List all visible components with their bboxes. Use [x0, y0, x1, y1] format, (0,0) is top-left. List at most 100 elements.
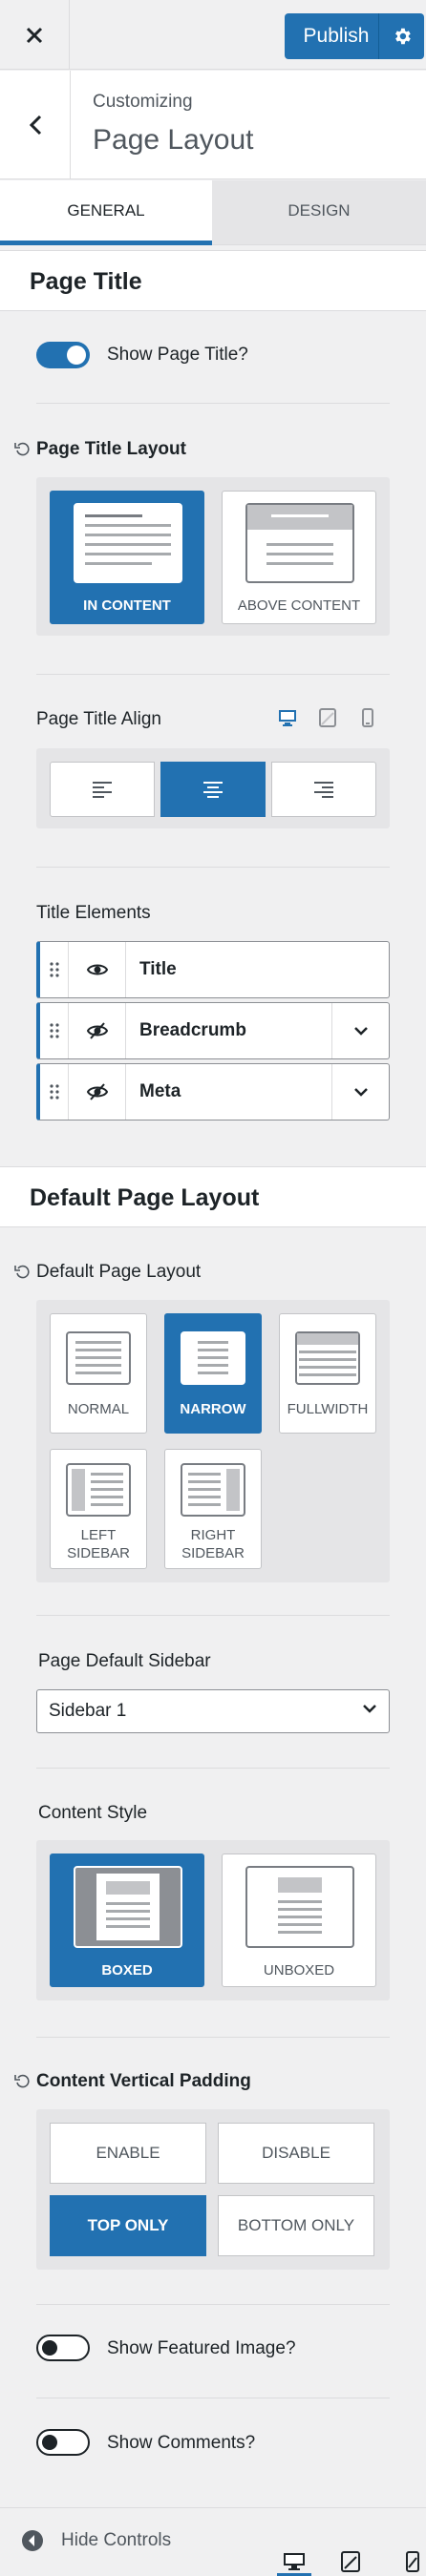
padding-top-only-button[interactable]: TOP ONLY: [50, 2195, 206, 2256]
eye-icon: [86, 964, 108, 975]
boxed-style-icon: [74, 1866, 182, 1948]
mobile-icon: [406, 2551, 419, 2572]
mobile-icon[interactable]: [361, 707, 374, 728]
page-title: Page Layout: [93, 124, 254, 156]
publish-settings-button[interactable]: [379, 13, 424, 59]
breadcrumb-element-row[interactable]: Breadcrumb: [36, 1002, 390, 1059]
content-style-boxed[interactable]: BOXED: [50, 1853, 204, 1987]
expand-button[interactable]: [331, 1003, 389, 1058]
page-title-align-label: Page Title Align: [36, 709, 161, 729]
meta-element-row[interactable]: Meta: [36, 1063, 390, 1120]
layout-option-left-sidebar[interactable]: LEFT SIDEBAR: [50, 1449, 147, 1569]
padding-bottom-only-button[interactable]: BOTTOM ONLY: [218, 2195, 374, 2256]
tablet-icon: [341, 2551, 360, 2572]
sidebar-select[interactable]: Sidebar 1: [36, 1689, 390, 1733]
align-center-button[interactable]: [160, 762, 266, 817]
drag-handle-icon[interactable]: [40, 942, 69, 997]
tab-design[interactable]: Design: [212, 180, 426, 245]
element-name: Breadcrumb: [139, 1020, 246, 1040]
section-heading-page-title: Page Title: [0, 250, 426, 311]
expand-button[interactable]: [331, 1064, 389, 1120]
padding-enable-button[interactable]: ENABLE: [50, 2123, 206, 2184]
chevron-down-icon: [363, 1705, 376, 1713]
layout-option-narrow[interactable]: NARROW: [164, 1313, 262, 1434]
visibility-toggle[interactable]: [69, 942, 126, 997]
visibility-toggle[interactable]: [69, 1003, 126, 1058]
drag-handle-icon[interactable]: [40, 1064, 69, 1120]
padding-disable-button[interactable]: DISABLE: [218, 2123, 374, 2184]
reset-icon[interactable]: [14, 441, 30, 456]
show-comments-toggle[interactable]: [36, 2429, 90, 2456]
reset-icon[interactable]: [14, 2073, 30, 2088]
layout-option-label: FULLWIDTH: [287, 1401, 369, 1417]
vertical-padding-panel: ENABLE DISABLE TOP ONLY BOTTOM ONLY: [36, 2109, 390, 2270]
title-elements-label: Title Elements: [36, 903, 151, 923]
element-name: Title: [139, 959, 177, 979]
show-page-title-toggle[interactable]: [36, 342, 90, 368]
show-featured-image-toggle[interactable]: [36, 2335, 90, 2361]
gear-icon: [394, 28, 411, 45]
publish-button[interactable]: Publish: [285, 13, 424, 59]
page-default-sidebar-label: Page Default Sidebar: [38, 1651, 211, 1671]
align-right-button[interactable]: [271, 762, 376, 817]
fullwidth-layout-icon: [295, 1331, 360, 1385]
divider: [36, 2037, 390, 2038]
content-style-panel: BOXED UNBOXED: [36, 1840, 390, 2000]
publish-label[interactable]: Publish: [285, 13, 378, 59]
page-title-layout-panel: IN CONTENT ABOVE CONTENT: [36, 477, 390, 636]
page-title-layout-label: Page Title Layout: [36, 439, 186, 459]
layout-option-label: IN CONTENT: [83, 597, 171, 614]
layout-option-label: LEFT SIDEBAR: [67, 1527, 130, 1561]
divider: [36, 1615, 390, 1616]
desktop-icon[interactable]: [277, 707, 298, 728]
collapse-icon: [22, 2530, 43, 2551]
layout-option-right-sidebar[interactable]: RIGHT SIDEBAR: [164, 1449, 262, 1569]
drag-handle-icon[interactable]: [40, 1003, 69, 1058]
visibility-toggle[interactable]: [69, 1064, 126, 1120]
desktop-icon: [284, 2553, 305, 2570]
hide-controls-label: Hide Controls: [61, 2530, 172, 2550]
hide-controls-button[interactable]: Hide Controls: [21, 2527, 193, 2556]
show-page-title-label: Show Page Title?: [107, 345, 248, 365]
content-vertical-padding-label: Content Vertical Padding: [36, 2071, 251, 2091]
left-sidebar-layout-icon: [66, 1463, 131, 1517]
in-content-layout-icon: [74, 503, 182, 583]
show-featured-image-label: Show Featured Image?: [107, 2338, 296, 2358]
divider: [36, 2304, 390, 2305]
align-left-button[interactable]: [50, 762, 155, 817]
content-style-unboxed[interactable]: UNBOXED: [222, 1853, 376, 1987]
tab-general[interactable]: General: [0, 180, 212, 245]
section-header: Customizing Page Layout: [0, 71, 426, 179]
tablet-icon[interactable]: [318, 707, 337, 728]
preview-tablet-button[interactable]: [336, 2550, 365, 2576]
layout-option-above-content[interactable]: ABOVE CONTENT: [222, 491, 376, 624]
back-button[interactable]: [0, 71, 71, 179]
layout-option-in-content[interactable]: IN CONTENT: [50, 491, 204, 624]
content-style-label: BOXED: [101, 1962, 153, 1979]
tab-bar: General Design: [0, 180, 426, 245]
narrow-layout-icon: [181, 1331, 245, 1385]
layout-option-normal[interactable]: NORMAL: [50, 1313, 147, 1434]
section-heading-default-page-layout: Default Page Layout: [0, 1166, 426, 1227]
chevron-down-icon: [353, 1088, 368, 1097]
reset-icon[interactable]: [14, 1264, 30, 1279]
element-name: Meta: [139, 1081, 181, 1101]
section-heading-label: Page Title: [30, 268, 142, 295]
layout-option-label: NARROW: [180, 1401, 246, 1417]
align-right-icon: [314, 782, 333, 798]
above-content-layout-icon: [245, 503, 354, 583]
page-title-align-panel: [36, 748, 390, 828]
preview-mobile-button[interactable]: [401, 2550, 426, 2576]
preview-desktop-button[interactable]: [277, 2550, 311, 2576]
content-style-label: Content Style: [38, 1803, 148, 1823]
customizer-topbar: Publish: [0, 0, 426, 70]
eye-hidden-icon: [86, 1083, 108, 1100]
title-element-row[interactable]: Title: [36, 941, 390, 998]
default-layout-panel: NORMAL NARROW FULLWIDTH LEFT SIDEBAR RIG…: [36, 1300, 390, 1582]
divider: [36, 403, 390, 404]
sidebar-select-value: Sidebar 1: [49, 1701, 127, 1721]
layout-option-fullwidth[interactable]: FULLWIDTH: [279, 1313, 376, 1434]
show-comments-label: Show Comments?: [107, 2433, 256, 2453]
close-button[interactable]: [0, 0, 70, 70]
layout-option-label: NORMAL: [67, 1401, 130, 1417]
